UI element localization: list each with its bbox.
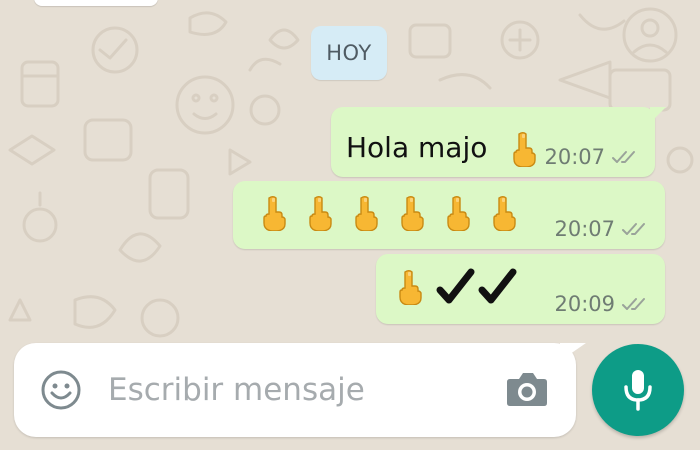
mic-icon [624,370,652,411]
middle-finger-emoji-icon [447,195,470,231]
message-composer [14,343,576,437]
message-time: 20:07 [544,145,605,169]
mic-button[interactable] [592,344,684,436]
smiley-icon[interactable] [40,369,82,411]
read-receipt-icon [612,151,635,163]
camera-icon[interactable] [506,371,548,407]
middle-finger-emoji-icon [263,195,286,231]
middle-finger-emoji-icon [355,195,378,231]
middle-finger-emoji-icon [309,195,332,231]
message-text: Hola majo [346,131,547,167]
message-time: 20:07 [554,217,615,241]
heavy-check-mark-icon [478,268,517,304]
outgoing-message[interactable]: 20:09 [376,254,665,324]
middle-finger-emoji-icon [513,131,536,167]
message-emoji-row [251,195,527,231]
message-text-content: Hola majo [346,131,488,164]
previous-message-bubble-edge [34,0,158,6]
outgoing-message[interactable]: Hola majo 20:07 [331,107,655,177]
outgoing-message[interactable]: 20:07 [233,181,665,249]
composer-tail [560,343,586,361]
heavy-check-mark-icon [436,268,475,304]
middle-finger-emoji-icon [399,269,422,305]
middle-finger-emoji-icon [493,195,516,231]
bubble-tail [650,107,666,123]
message-input[interactable] [108,365,478,415]
middle-finger-emoji-icon [401,195,424,231]
message-emoji-row [390,268,517,306]
date-divider-label: HOY [326,41,372,65]
read-receipt-icon [622,223,645,235]
read-receipt-icon [622,298,645,310]
message-time: 20:09 [554,292,615,316]
date-divider: HOY [311,26,387,80]
